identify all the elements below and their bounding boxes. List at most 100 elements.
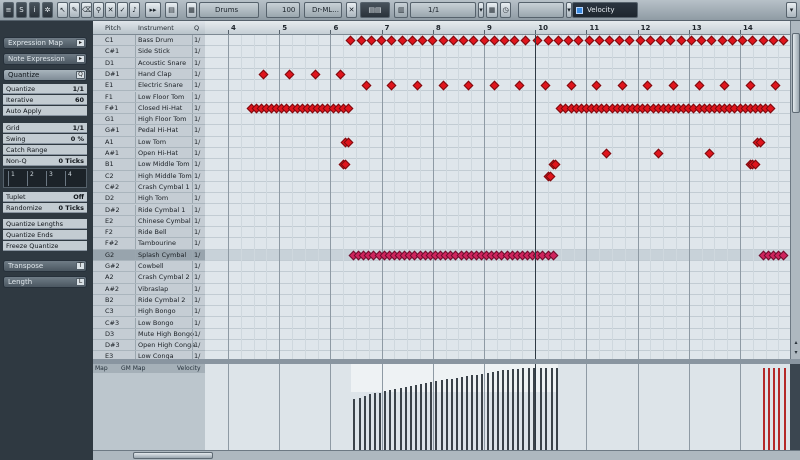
velocity-bar[interactable] [486,372,489,450]
drum-row-dsharp1[interactable]: D#1 Hand Clap 1/ [93,68,205,81]
drum-row-asharp1[interactable]: A#1 Open Hi-Hat 1/ [93,148,205,160]
transpose-icon[interactable]: T [76,262,85,270]
velocity-bar[interactable] [440,380,443,450]
velocity-bar[interactable] [550,368,553,450]
autoscroll-button[interactable]: ▸▸ [145,2,161,18]
randomize-row[interactable]: Randomize 0 Ticks [3,203,87,213]
glue-tool-icon[interactable]: ♪ [129,2,140,18]
vertical-scrollbar[interactable]: ▴ ▾ [790,21,800,359]
drum-row-f1[interactable]: F1 Low Floor Tom 1/ [93,91,205,103]
solo-button[interactable]: S [16,2,27,18]
velocity-bar[interactable] [545,368,548,450]
velocity-bar[interactable] [435,381,438,450]
velocity-bar[interactable] [368,394,371,450]
quantize-select[interactable]: 1/1 [410,2,476,18]
auto-apply-row[interactable]: Auto Apply [3,106,87,116]
horizontal-scroll-thumb[interactable] [133,452,213,459]
erase-tool-icon[interactable]: ⌫ [81,2,92,18]
catch-range-row[interactable]: Catch Range [3,145,87,155]
drum-row-f2[interactable]: F2 Ride Bell 1/ [93,227,205,239]
drum-row-d2[interactable]: D2 High Tom 1/ [93,193,205,205]
quantize-arrow-icon[interactable]: ▾ [478,2,484,18]
drum-row-e2[interactable]: E2 Chinese Cymbal 1/ [93,215,205,228]
drum-row-e3[interactable]: E3 Low Conga 1/ [93,351,205,359]
drum-row-fsharp2[interactable]: F#2 Tambourine 1/ [93,238,205,250]
velocity-bar[interactable] [363,395,366,450]
quantize-lengths-row[interactable]: Quantize Lengths [3,219,87,229]
lane-select[interactable]: Velocity [572,2,638,18]
drum-map-icon[interactable]: ▦ [186,2,197,18]
iterative-field[interactable]: 60 [75,95,84,105]
length-select[interactable] [518,2,564,18]
velocity-bar-selected[interactable] [783,368,786,450]
output-field[interactable]: Dr-ML... [304,2,342,18]
velocity-lane[interactable] [205,364,790,450]
info-button[interactable]: i [29,2,40,18]
drum-row-d1[interactable]: D1 Acoustic Snare 1/ [93,57,205,69]
length-section[interactable]: Length L [3,276,87,288]
velocity-bar[interactable] [373,393,376,450]
zoom-tool-icon[interactable]: ⚲ [93,2,104,18]
note-expression-icon[interactable]: ▸ [76,55,85,63]
drum-row-gsharp2[interactable]: G#2 Cowbell 1/ [93,261,205,273]
insert-velocity-button[interactable]: ▥ [394,2,408,18]
velocity-bar[interactable] [501,370,504,450]
edit-in-place-button[interactable]: ▤▤ [360,2,390,18]
velocity-bar[interactable] [420,384,423,450]
velocity-bar[interactable] [555,368,558,450]
scroll-up-icon[interactable]: ▴ [792,339,800,347]
velocity-bar[interactable] [358,397,361,450]
velocity-bar[interactable] [517,368,520,450]
pointer-tool-icon[interactable]: ↖ [57,2,68,18]
drum-row-dsharp3[interactable]: D#3 Open High Conga 1/ [93,340,205,352]
transpose-section[interactable]: Transpose T [3,260,87,272]
quantize-section[interactable]: Quantize Q [3,69,87,81]
window-menu-button[interactable]: ≡ [3,2,14,18]
velocity-bar[interactable] [450,378,453,450]
drum-row-a2[interactable]: A2 Crash Cymbal 2 1/ [93,272,205,284]
volume-field[interactable]: 100 [266,2,300,18]
velocity-bar[interactable] [540,368,543,450]
velocity-bar[interactable] [430,381,433,450]
drum-row-g1[interactable]: G1 High Floor Tom 1/ [93,114,205,126]
velocity-bar[interactable] [389,390,392,450]
pitch-column-header[interactable]: Pitch [105,24,121,32]
velocity-bar[interactable] [384,390,387,450]
quantize-ends-row[interactable]: Quantize Ends [3,230,87,240]
randomize-field[interactable]: 0 Ticks [59,203,85,213]
grid-field[interactable]: 1/1 [73,123,84,133]
mute-tool-icon[interactable]: ✕ [105,2,116,18]
velocity-bar[interactable] [507,369,510,450]
drum-row-csharp1[interactable]: C#1 Side Stick 1/ [93,46,205,58]
velocity-bar[interactable] [409,386,412,450]
drum-row-c1[interactable]: C1 Bass Drum 1/ [93,35,205,47]
drum-row-d3[interactable]: D3 Mute High Bongo 1/ [93,328,205,341]
length-icon[interactable]: L [76,278,85,286]
quantize-grid-display[interactable]: 1 2 3 4 [3,168,87,188]
note-grid[interactable] [205,35,790,359]
vertical-scroll-thumb[interactable] [792,33,800,113]
snap-button[interactable]: ▤ [165,2,178,18]
grid-row[interactable]: Grid 1/1 [3,123,87,133]
velocity-bar[interactable] [471,375,474,450]
velocity-bar[interactable] [461,377,463,450]
velocity-bar[interactable] [476,374,479,450]
freeze-quantize-row[interactable]: Freeze Quantize [3,241,87,251]
velocity-bar[interactable] [481,373,484,450]
velocity-bar-selected[interactable] [768,368,771,450]
velocity-bar[interactable] [425,382,428,450]
velocity-bar[interactable] [394,389,397,450]
velocity-bar[interactable] [527,368,530,450]
velocity-bar[interactable] [466,376,469,450]
drum-row-asharp2[interactable]: A#2 Vibraslap 1/ [93,283,205,295]
split-tool-icon[interactable]: ✓ [117,2,128,18]
quantize-section-icon[interactable]: Q [76,71,85,79]
drum-row-g2[interactable]: G2 Splash Cymbal 1/ [93,249,205,261]
velocity-bar[interactable] [491,372,494,450]
drum-row-b1[interactable]: B1 Low Middle Tom 1/ [93,159,205,171]
drum-map-select[interactable]: Drums [199,2,259,18]
velocity-bar[interactable] [496,371,499,450]
drum-row-csharp3[interactable]: C#3 Low Bongo 1/ [93,317,205,329]
velocity-bar-selected[interactable] [778,368,781,450]
non-q-row[interactable]: Non-Q 0 Ticks [3,156,87,166]
